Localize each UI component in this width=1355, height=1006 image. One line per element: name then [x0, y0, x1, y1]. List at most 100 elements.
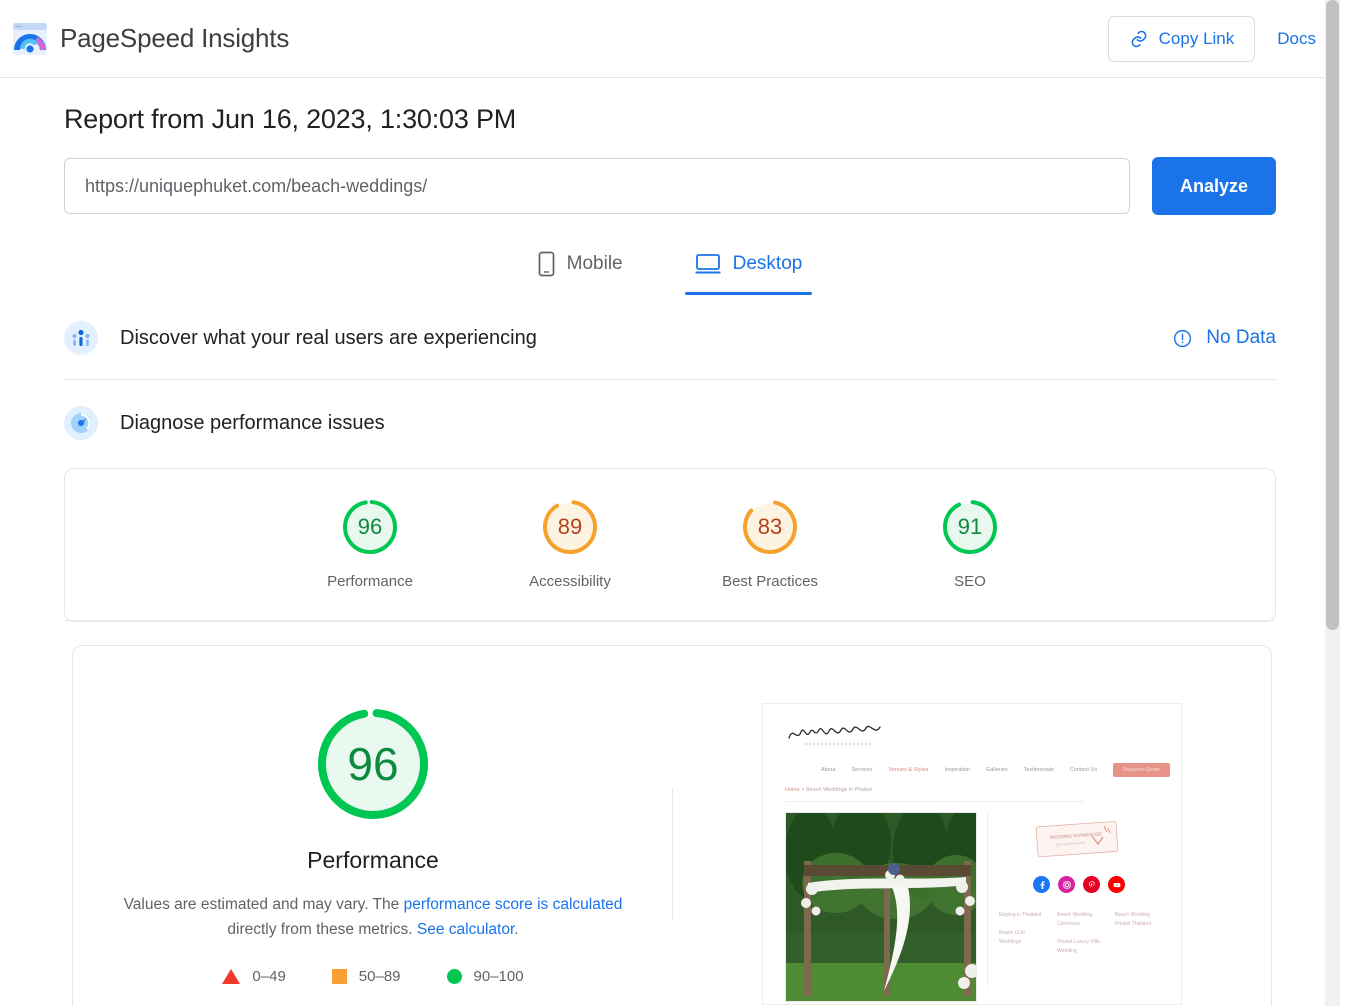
no-data-status: No Data: [1173, 327, 1276, 349]
site-footer-links: Eloping in Thailand Beach Club Weddings …: [999, 911, 1159, 956]
gauge-ring-performance: 96: [340, 497, 400, 557]
orange-square-icon: [331, 969, 347, 984]
gauge-value-best-practices: 83: [757, 514, 783, 539]
app-title: PageSpeed Insights: [60, 23, 290, 53]
copy-link-label: Copy Link: [1158, 28, 1235, 48]
facebook-icon: [1033, 876, 1050, 893]
score-gauge-performance[interactable]: 96 Performance: [295, 497, 445, 590]
desktop-icon: [695, 254, 721, 274]
site-body: WEDDING IN PARADISE get your free quote: [763, 812, 1181, 1002]
site-link-1a: Eloping in Thailand: [999, 912, 1042, 918]
legend-item-high: 90–100: [446, 968, 524, 985]
detail-heading: Performance: [307, 847, 439, 873]
desc-text-2: directly from these metrics.: [227, 921, 417, 938]
legend-range-high: 90–100: [473, 968, 524, 985]
tab-desktop-label: Desktop: [732, 253, 803, 274]
page-scrollbar[interactable]: [1325, 0, 1340, 1006]
info-icon[interactable]: [1173, 329, 1192, 348]
gauge-ring-best-practices: 83: [740, 497, 800, 557]
lab-data-title: Diagnose performance issues: [120, 411, 385, 434]
see-calculator-link[interactable]: See calculator: [417, 921, 514, 938]
screenshot-column: About Services Venues & Styles Inspirati…: [673, 646, 1271, 1006]
tab-mobile[interactable]: Mobile: [528, 243, 633, 295]
score-gauge-best-practices[interactable]: 83 Best Practices: [695, 497, 845, 590]
site-link-col-2: Beach Wedding Ceremony Phuket Luxury Vil…: [1057, 911, 1101, 956]
detail-description: Values are estimated and may vary. The p…: [123, 892, 623, 942]
big-gauge-performance: 96: [312, 703, 434, 825]
wedding-arch-photo: [785, 812, 977, 1002]
site-nav: About Services Venues & Styles Inspirati…: [821, 763, 1181, 777]
url-input[interactable]: [64, 158, 1130, 214]
tab-mobile-label: Mobile: [566, 253, 623, 274]
big-gauge-value: 96: [347, 738, 399, 790]
main-content: Report from Jun 16, 2023, 1:30:03 PM Ana…: [0, 104, 1340, 622]
page-screenshot-thumbnail: About Services Venues & Styles Inspirati…: [762, 703, 1182, 1005]
status-badge: No Data: [1206, 327, 1276, 348]
legend-range-low: 0–49: [252, 968, 286, 985]
site-nav-item-2: Venues & Styles: [888, 767, 929, 773]
field-data-section: Discover what your real users are experi…: [64, 295, 1276, 380]
site-logo-icon: [788, 725, 881, 745]
site-link-1b: Beach Club Weddings: [999, 930, 1025, 945]
app-header: PageSpeed Insights Copy Link Docs: [0, 0, 1340, 78]
performance-score-link[interactable]: performance score is calculated: [404, 896, 623, 913]
voucher-ticket-icon: WEDDING IN PARADISE get your free quote: [1035, 821, 1119, 858]
site-sidebar: WEDDING IN PARADISE get your free quote: [987, 812, 1159, 1002]
gauge-value-accessibility: 89: [557, 514, 583, 539]
score-gauge-seo[interactable]: 91 SEO: [895, 497, 1045, 590]
gauge-value-performance: 96: [357, 514, 383, 539]
tab-desktop[interactable]: Desktop: [684, 243, 813, 295]
performance-detail-panel: 96 Performance Values are estimated and …: [72, 645, 1272, 1006]
analyze-button[interactable]: Analyze: [1152, 157, 1276, 215]
site-breadcrumb-home: Home: [785, 787, 800, 793]
site-nav-item-4: Galleries: [985, 767, 1008, 773]
lab-data-section: Diagnose performance issues: [64, 380, 1276, 464]
red-triangle-icon: [222, 969, 241, 984]
legend-range-medium: 50–89: [358, 968, 401, 985]
site-link-col-3: Beach Wedding Phuket Thailand: [1115, 911, 1159, 956]
gauge-label-performance: Performance: [327, 573, 413, 590]
site-cta-button: Request Quote: [1113, 763, 1171, 777]
brand[interactable]: PageSpeed Insights: [12, 22, 289, 56]
site-link-2b: Phuket Luxury Villa Wedding: [1057, 939, 1100, 954]
docs-link[interactable]: Docs: [1277, 29, 1316, 49]
mobile-icon: [538, 251, 555, 277]
pagespeed-logo-icon: [13, 22, 47, 55]
scores-card: 96 Performance 89 Accessibility 83 Best …: [64, 468, 1276, 622]
diagnose-icon: [64, 406, 98, 440]
site-link-3a: Beach Wedding Phuket Thailand: [1115, 912, 1152, 927]
score-gauges: 96 Performance 89 Accessibility 83 Best …: [65, 469, 1275, 621]
site-breadcrumb: Home > Beach Weddings in Phuket: [785, 787, 1085, 802]
scrollbar-thumb[interactable]: [1326, 0, 1339, 630]
score-gauge-accessibility[interactable]: 89 Accessibility: [495, 497, 645, 590]
gauge-label-best-practices: Best Practices: [722, 573, 818, 590]
gauge-label-seo: SEO: [954, 573, 986, 590]
sidebar-divider: [987, 812, 988, 987]
site-link-col-1: Eloping in Thailand Beach Club Weddings: [999, 911, 1043, 956]
link-icon: [1131, 30, 1147, 47]
copy-link-button[interactable]: Copy Link: [1107, 15, 1256, 62]
page-title: Report from Jun 16, 2023, 1:30:03 PM: [64, 104, 517, 134]
performance-summary: 96 Performance Values are estimated and …: [73, 646, 673, 1006]
gauge-label-accessibility: Accessibility: [529, 573, 611, 590]
pinterest-icon: [1083, 876, 1100, 893]
legend-item-medium: 50–89: [331, 968, 401, 985]
field-data-title: Discover what your real users are experi…: [120, 326, 537, 349]
gauge-ring-seo: 91: [940, 497, 1000, 557]
site-nav-item-5: Testimonials: [1023, 767, 1054, 773]
header-actions: Copy Link Docs: [1107, 15, 1316, 62]
green-circle-icon: [446, 969, 462, 984]
real-users-icon: [64, 321, 98, 355]
site-nav-item-0: About: [821, 767, 836, 773]
legend-item-low: 0–49: [222, 968, 286, 985]
score-legend: 0–49 50–89 90–100: [222, 968, 524, 985]
device-tabs: Mobile Desktop: [64, 243, 1276, 295]
pagespeed-insights-page: PageSpeed Insights Copy Link Docs Report…: [0, 0, 1340, 1006]
site-breadcrumb-current: Beach Weddings in Phuket: [805, 787, 872, 793]
youtube-icon: [1108, 876, 1125, 893]
instagram-icon: [1058, 876, 1075, 893]
site-nav-item-6: Contact Us: [1069, 767, 1098, 773]
desc-text-3: .: [514, 921, 519, 938]
desc-text-1: Values are estimated and may vary. The: [123, 896, 404, 913]
site-nav-item-3: Inspiration: [944, 767, 970, 773]
